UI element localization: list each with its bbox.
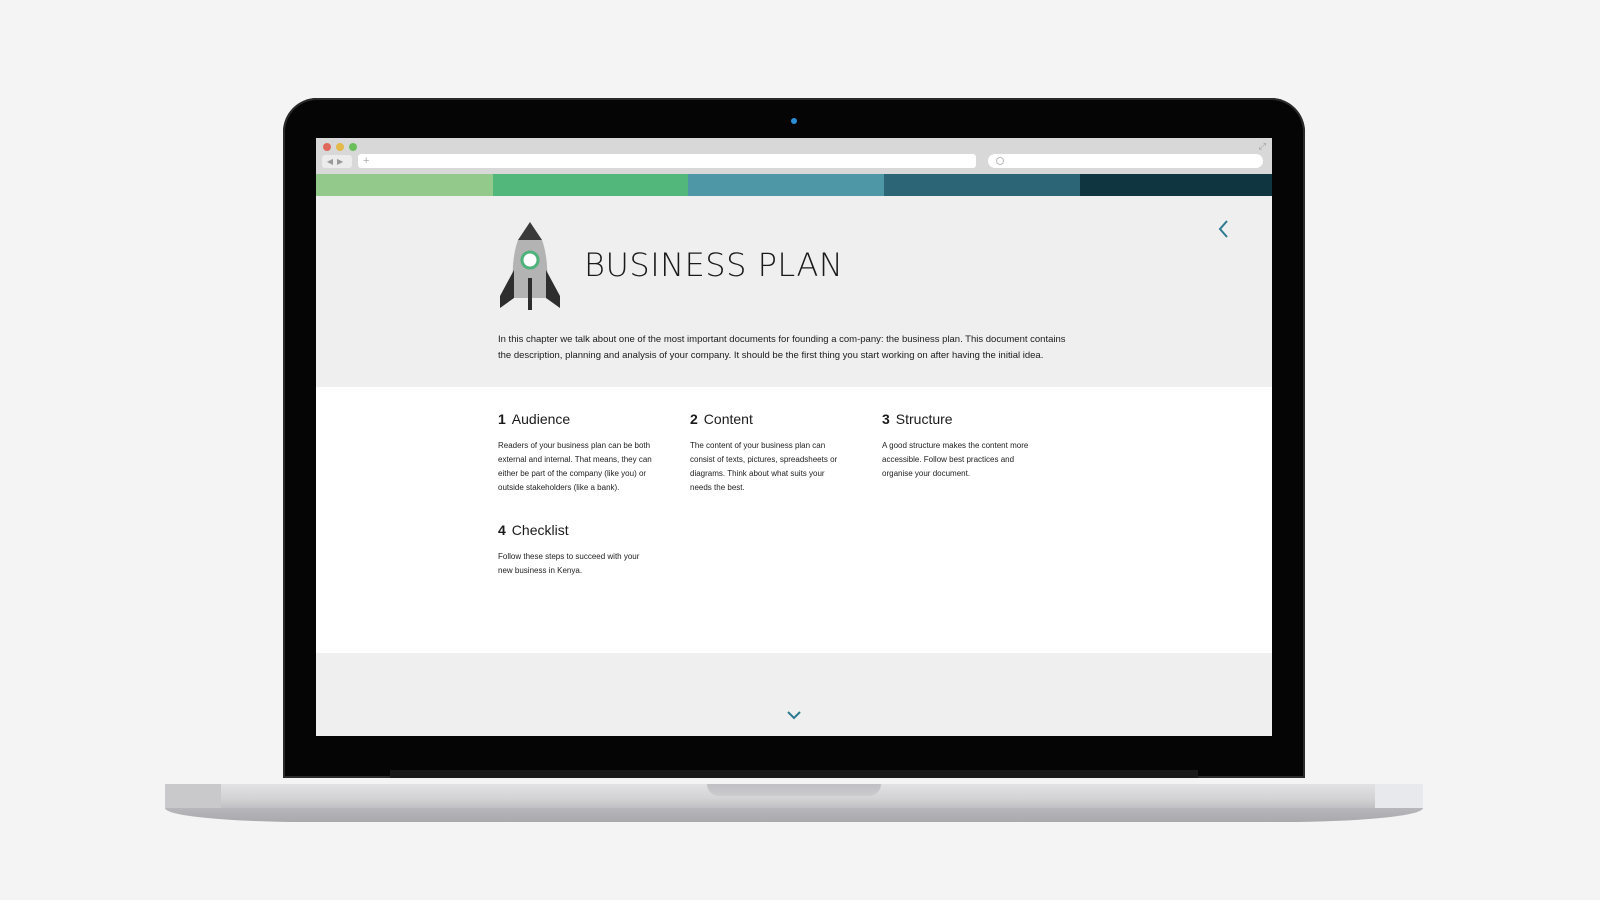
browser-window: ◀▶ + ⤢ BUSINESS PLAN In this chapter we … xyxy=(316,138,1272,736)
laptop-lid: ◀▶ + ⤢ BUSINESS PLAN In this chapter we … xyxy=(283,98,1305,778)
section-card-content[interactable]: 2 Content The content of your business pl… xyxy=(690,411,860,495)
color-segment-5[interactable] xyxy=(1080,174,1272,196)
color-segment-4[interactable] xyxy=(884,174,1080,196)
chevron-left-icon[interactable] xyxy=(1216,218,1232,240)
text-line: new business in Kenya. xyxy=(498,566,583,575)
text-line: accessible. Follow best practices and xyxy=(882,455,1015,464)
section-number: 4 xyxy=(498,522,506,538)
section-description: The content of your business plan can co… xyxy=(690,439,860,495)
section-number: 2 xyxy=(690,411,698,427)
laptop-base xyxy=(165,784,1423,808)
base-edge-left xyxy=(165,784,221,808)
section-description: Follow these steps to succeed with your … xyxy=(498,550,668,578)
color-segment-3[interactable] xyxy=(688,174,884,196)
page-title: BUSINESS PLAN xyxy=(584,246,844,284)
section-description: A good structure makes the content more … xyxy=(882,439,1052,481)
text-line: A good structure makes the content more xyxy=(882,441,1029,450)
section-title: Audience xyxy=(511,411,571,427)
hero-section: BUSINESS PLAN In this chapter we talk ab… xyxy=(316,196,1272,387)
section-card-structure[interactable]: 3 Structure A good structure makes the co… xyxy=(882,411,1052,481)
rocket-icon xyxy=(500,222,560,310)
search-icon xyxy=(996,157,1004,165)
section-number: 1 xyxy=(498,411,506,427)
section-card-audience[interactable]: 1 Audience Readers of your business plan … xyxy=(498,411,668,495)
color-segment-2[interactable] xyxy=(493,174,688,196)
minimize-window-button[interactable] xyxy=(336,143,344,151)
camera-icon xyxy=(791,118,797,124)
trackpad-notch xyxy=(707,784,881,796)
section-title: Structure xyxy=(895,411,953,427)
laptop-base-underside xyxy=(165,808,1423,822)
text-line: external and internal. That means, they … xyxy=(498,455,652,464)
chapter-color-bar xyxy=(316,174,1272,196)
color-segment-1[interactable] xyxy=(316,174,493,196)
section-heading: 4 Checklist xyxy=(498,522,668,538)
lid-hinge xyxy=(390,770,1198,778)
search-input[interactable] xyxy=(988,154,1263,168)
browser-chrome: ◀▶ + ⤢ xyxy=(316,138,1272,174)
back-forward-buttons[interactable]: ◀▶ xyxy=(322,155,352,168)
text-line: diagrams. Think about what suits your xyxy=(690,469,825,478)
base-edge-right xyxy=(1375,784,1423,808)
address-bar[interactable]: + xyxy=(358,154,976,168)
section-description: Readers of your business plan can be bot… xyxy=(498,439,668,495)
text-line: Readers of your business plan can be bot… xyxy=(498,441,651,450)
close-window-button[interactable] xyxy=(323,143,331,151)
text-line: outside stakeholders (like a bank). xyxy=(498,483,620,492)
laptop-mockup-scene: ◀▶ + ⤢ BUSINESS PLAN In this chapter we … xyxy=(0,0,1600,900)
intro-line: the description, planning and analysis o… xyxy=(498,350,1044,361)
plus-icon: + xyxy=(363,155,370,167)
section-card-checklist[interactable]: 4 Checklist Follow these steps to succeed… xyxy=(498,522,668,578)
section-number: 3 xyxy=(882,411,890,427)
section-title: Content xyxy=(703,411,753,427)
intro-line: In this chapter we talk about one of the… xyxy=(498,334,1066,345)
page-footer xyxy=(316,653,1272,736)
section-heading: 1 Audience xyxy=(498,411,668,427)
text-line: consist of texts, pictures, spreadsheets… xyxy=(690,455,838,464)
intro-paragraph: In this chapter we talk about one of the… xyxy=(498,332,1088,364)
section-title: Checklist xyxy=(511,522,569,538)
section-heading: 2 Content xyxy=(690,411,860,427)
section-heading: 3 Structure xyxy=(882,411,1052,427)
sections-grid: 1 Audience Readers of your business plan … xyxy=(316,387,1272,653)
maximize-window-button[interactable] xyxy=(349,143,357,151)
fullscreen-icon[interactable]: ⤢ xyxy=(1259,141,1266,152)
text-line: Follow these steps to succeed with your xyxy=(498,552,640,561)
chevron-down-icon[interactable] xyxy=(786,709,802,721)
text-line: needs the best. xyxy=(690,483,745,492)
text-line: The content of your business plan can xyxy=(690,441,826,450)
text-line: organise your document. xyxy=(882,469,971,478)
text-line: either be part of the company (like you)… xyxy=(498,469,647,478)
